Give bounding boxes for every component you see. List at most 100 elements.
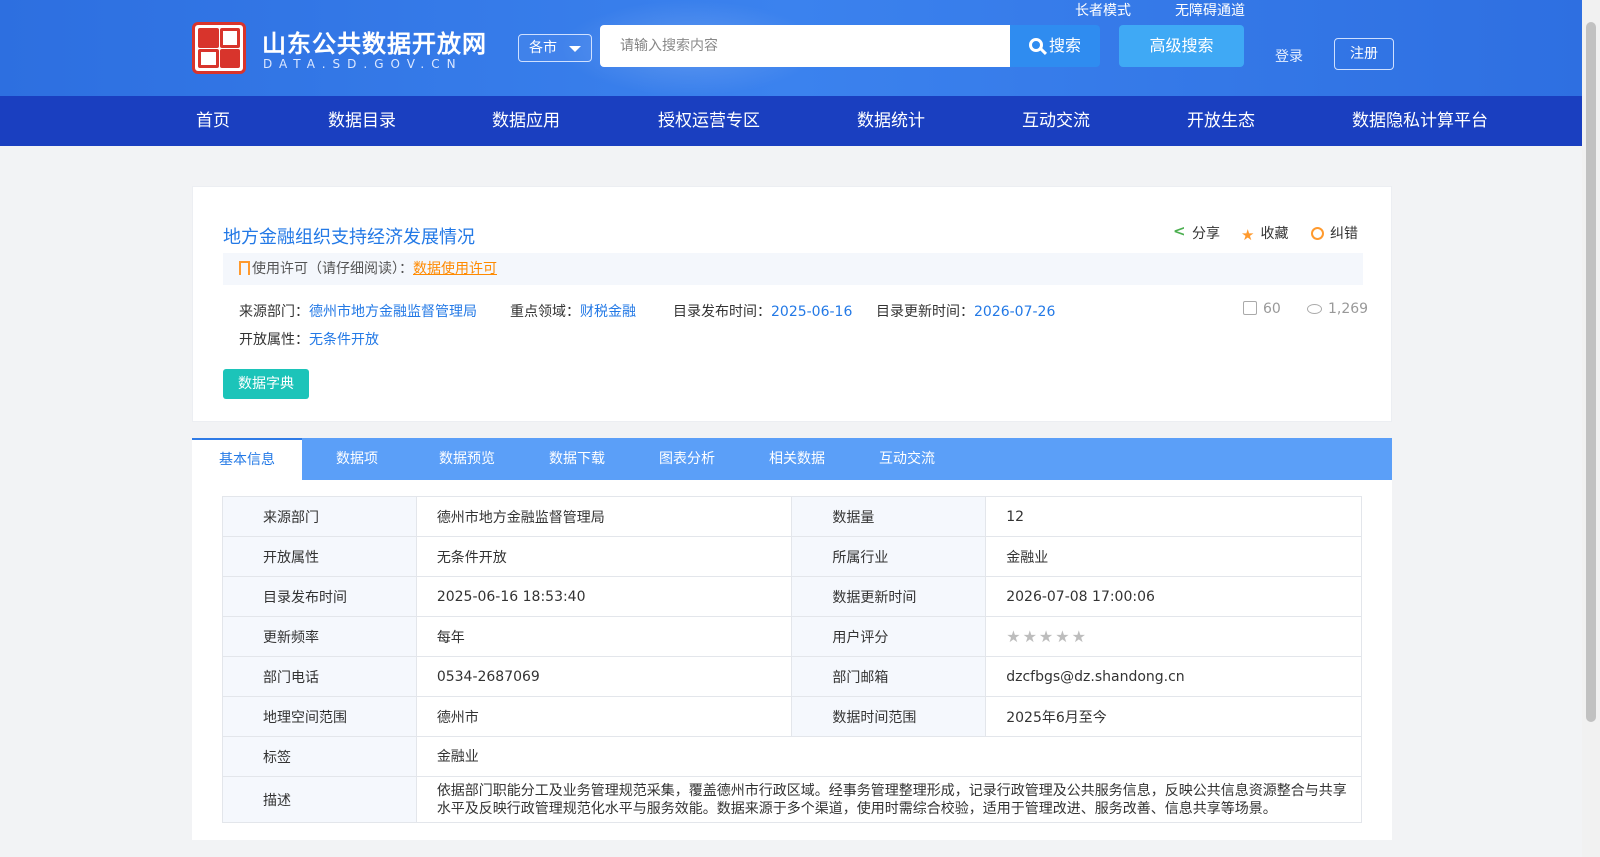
info-key: 标签 — [222, 736, 417, 777]
info-key: 更新频率 — [222, 616, 417, 657]
nav-data-apps[interactable]: 数据应用 — [492, 96, 560, 146]
report-label: 纠错 — [1330, 226, 1358, 242]
license-link[interactable]: 数据使用许可 — [413, 261, 497, 277]
share-label: 分享 — [1192, 226, 1220, 242]
rating-star-icon[interactable]: ★ — [1006, 627, 1020, 646]
rating-star-icon[interactable]: ★ — [1072, 627, 1086, 646]
nav-authorized-ops[interactable]: 授权运营专区 — [658, 96, 760, 146]
elder-mode-link[interactable]: 长者模式 — [1075, 0, 1131, 20]
nav-interaction[interactable]: 互动交流 — [1022, 96, 1090, 146]
register-button[interactable]: 注册 — [1334, 38, 1394, 70]
info-key: 用户评分 — [791, 616, 987, 657]
info-key: 目录发布时间 — [222, 576, 417, 617]
info-value: dzcfbgs@dz.shandong.cn — [985, 656, 1362, 697]
nav-data-catalog[interactable]: 数据目录 — [328, 96, 396, 146]
user-rating[interactable]: ★ ★ ★ ★ ★ — [985, 616, 1362, 657]
open-value[interactable]: 无条件开放 — [309, 332, 379, 348]
nav-home[interactable]: 首页 — [196, 96, 230, 146]
login-link[interactable]: 登录 — [1275, 46, 1303, 66]
info-key: 开放属性 — [222, 536, 417, 577]
share-button[interactable]: 分享 — [1172, 222, 1220, 243]
rating-star-icon[interactable]: ★ — [1023, 627, 1037, 646]
site-domain: DATA.SD.GOV.CN — [263, 57, 463, 71]
main-nav: 首页 数据目录 数据应用 授权运营专区 数据统计 互动交流 开放生态 数据隐私计… — [0, 96, 1582, 146]
table-row: 标签 金融业 — [222, 736, 1363, 777]
info-value: 0534-2687069 — [415, 656, 793, 697]
dataset-title: 地方金融组织支持经济发展情况 — [223, 227, 475, 248]
info-value: 12 — [985, 496, 1362, 537]
tab-basic-info[interactable]: 基本信息 — [192, 438, 302, 480]
site-header: 山东公共数据开放网 DATA.SD.GOV.CN 各市 搜索 高级搜索 长者模式… — [0, 0, 1582, 96]
info-value: 德州市地方金融监督管理局 — [415, 496, 793, 537]
tab-data-download[interactable]: 数据下载 — [522, 438, 632, 480]
tags-value: 金融业 — [415, 736, 1363, 777]
view-count-value: 1,269 — [1328, 301, 1369, 317]
info-value: 德州市 — [415, 696, 793, 737]
download-count: 60 — [1243, 301, 1281, 317]
favorite-label: 收藏 — [1260, 226, 1289, 242]
publish-label: 目录发布时间： — [673, 304, 771, 320]
info-key: 数据量 — [791, 496, 987, 537]
table-row: 来源部门 德州市地方金融监督管理局 数据量 12 — [222, 496, 1362, 537]
nav-ecosystem[interactable]: 开放生态 — [1187, 96, 1255, 146]
open-meta: 开放属性：无条件开放 — [239, 329, 379, 349]
table-row: 开放属性 无条件开放 所属行业 金融业 — [222, 536, 1362, 577]
search-icon — [1028, 38, 1043, 52]
open-label: 开放属性： — [239, 332, 309, 348]
info-key: 部门电话 — [222, 656, 417, 697]
download-count-value: 60 — [1263, 301, 1281, 317]
search-input[interactable] — [600, 25, 1010, 67]
info-value: 无条件开放 — [415, 536, 793, 577]
table-row: 部门电话 0534-2687069 部门邮箱 dzcfbgs@dz.shando… — [222, 656, 1362, 697]
star-icon: ★ — [1241, 226, 1255, 244]
accessibility-link[interactable]: 无障碍通道 — [1175, 0, 1245, 20]
table-row: 目录发布时间 2025-06-16 18:53:40 数据更新时间 2026-0… — [222, 576, 1362, 617]
rating-star-icon[interactable]: ★ — [1055, 627, 1069, 646]
domain-meta: 重点领域：财税金融 — [510, 301, 636, 321]
update-meta: 目录更新时间：2026-07-26 — [876, 301, 1055, 321]
info-key: 部门邮箱 — [791, 656, 987, 697]
city-select[interactable]: 各市 — [518, 34, 592, 62]
caret-down-icon — [569, 46, 581, 52]
info-key: 来源部门 — [222, 496, 417, 537]
description-value: 依据部门职能分工及业务管理规范采集，覆盖德州市行政区域。经事务管理整理形成，记录… — [415, 776, 1363, 823]
tab-chart-analysis[interactable]: 图表分析 — [632, 438, 742, 480]
info-key: 数据更新时间 — [791, 576, 987, 617]
source-meta: 来源部门：德州市地方金融监督管理局 — [239, 301, 477, 321]
update-value: 2026-07-26 — [974, 304, 1056, 320]
source-label: 来源部门： — [239, 304, 309, 320]
site-title[interactable]: 山东公共数据开放网 — [262, 24, 487, 59]
search-button-label: 搜索 — [1048, 36, 1081, 55]
publish-value: 2025-06-16 — [771, 304, 853, 320]
rating-star-icon[interactable]: ★ — [1039, 627, 1053, 646]
search-button[interactable]: 搜索 — [1010, 25, 1100, 67]
tab-data-preview[interactable]: 数据预览 — [412, 438, 522, 480]
domain-label: 重点领域： — [510, 304, 580, 320]
info-value: 2025-06-16 18:53:40 — [415, 576, 793, 617]
source-value[interactable]: 德州市地方金融监督管理局 — [309, 304, 477, 320]
update-label: 目录更新时间： — [876, 304, 974, 320]
info-key: 数据时间范围 — [791, 696, 987, 737]
city-select-label: 各市 — [529, 40, 557, 56]
tab-data-items[interactable]: 数据项 — [302, 438, 412, 480]
nav-privacy-computing[interactable]: 数据隐私计算平台 — [1352, 96, 1488, 146]
license-label: 使用许可（请仔细阅读）： — [252, 261, 413, 277]
advanced-search-button[interactable]: 高级搜索 — [1119, 25, 1244, 67]
info-key: 地理空间范围 — [222, 696, 417, 737]
report-error-button[interactable]: 纠错 — [1311, 223, 1358, 243]
basic-info-table: 来源部门 德州市地方金融监督管理局 数据量 12 开放属性 无条件开放 所属行业… — [222, 496, 1363, 823]
license-bar: 使用许可（请仔细阅读）：数据使用许可 — [223, 253, 1363, 285]
publish-meta: 目录发布时间：2025-06-16 — [673, 301, 852, 321]
bookmark-icon — [239, 261, 250, 275]
data-dictionary-button[interactable]: 数据字典 — [223, 369, 309, 399]
tab-related-data[interactable]: 相关数据 — [742, 438, 852, 480]
table-row: 地理空间范围 德州市 数据时间范围 2025年6月至今 — [222, 696, 1362, 737]
scrollbar-thumb[interactable] — [1586, 22, 1596, 722]
domain-value[interactable]: 财税金融 — [580, 304, 636, 320]
download-icon — [1243, 301, 1257, 315]
page-scrollbar[interactable] — [1582, 0, 1600, 857]
nav-data-stats[interactable]: 数据统计 — [857, 96, 925, 146]
tab-interaction[interactable]: 互动交流 — [852, 438, 962, 480]
favorite-button[interactable]: ★ 收藏 — [1241, 223, 1289, 244]
report-icon — [1311, 227, 1324, 240]
